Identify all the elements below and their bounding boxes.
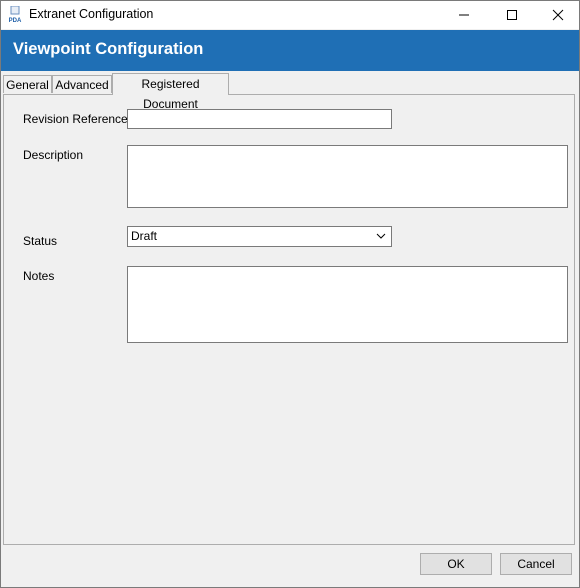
status-label: Status [23, 234, 58, 248]
status-selected-value: Draft [131, 229, 158, 243]
tab-registered-document[interactable]: Registered Document [112, 73, 229, 111]
close-button[interactable] [535, 1, 580, 29]
revision-reference-label: Revision Reference [23, 112, 128, 126]
maximize-button[interactable] [489, 1, 535, 29]
notes-label: Notes [23, 269, 55, 283]
minimize-icon [459, 14, 469, 16]
chevron-down-icon [376, 233, 386, 239]
tab-panel-registered-document: Revision Reference Description Status Dr… [3, 94, 575, 545]
window-title: Extranet Configuration [29, 7, 154, 21]
maximize-icon [507, 10, 517, 20]
pda-app-icon: PDA [9, 6, 22, 24]
close-icon [552, 9, 564, 21]
cancel-button[interactable]: Cancel [500, 553, 572, 575]
svg-text:PDA: PDA [9, 18, 22, 24]
title-bar: PDA Extranet Configuration [1, 1, 579, 29]
description-label: Description [23, 148, 84, 162]
dialog-window: PDA Extranet Configuration Viewpoint Con… [0, 0, 580, 588]
ok-button[interactable]: OK [420, 553, 492, 575]
header-banner: Viewpoint Configuration [1, 30, 579, 71]
description-textarea[interactable] [127, 145, 568, 208]
notes-textarea[interactable] [127, 266, 568, 343]
status-dropdown[interactable]: Draft [127, 226, 392, 247]
banner-title: Viewpoint Configuration [13, 40, 204, 58]
minimize-button[interactable] [441, 1, 487, 29]
tab-general[interactable]: General [3, 75, 52, 93]
tab-advanced[interactable]: Advanced [52, 75, 112, 93]
